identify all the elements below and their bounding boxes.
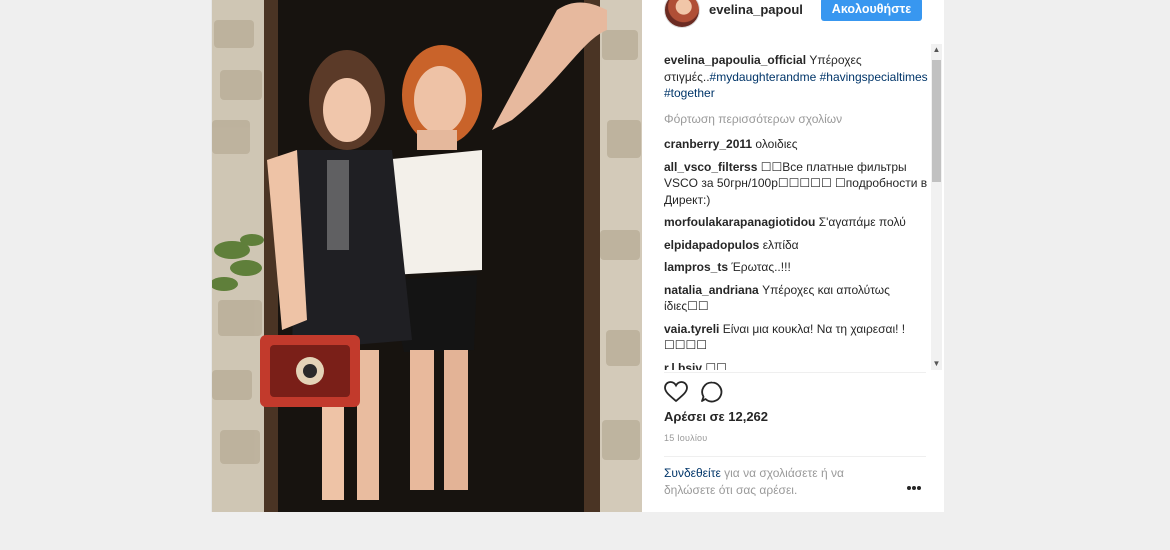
comment-item: natalia_andriana Υπέροχες και απολύτως ί… bbox=[664, 282, 930, 315]
login-link[interactable]: Συνδεθείτε bbox=[664, 466, 721, 480]
hashtag[interactable]: #mydaughterandme bbox=[710, 70, 817, 84]
comment-username[interactable]: elpidapadopulos bbox=[664, 238, 759, 252]
author-username[interactable]: evelina_papoul bbox=[709, 2, 803, 17]
scroll-up-arrow-icon[interactable]: ▲ bbox=[931, 44, 942, 56]
comment-icon[interactable] bbox=[700, 381, 724, 408]
comment-item: all_vsco_filterss ☐☐Все платные фильтры … bbox=[664, 159, 930, 209]
comment-username[interactable]: all_vsco_filterss bbox=[664, 160, 757, 174]
comment-item: vaia.tyreli Είναι μια κουκλα! Να τη χαιρ… bbox=[664, 321, 930, 354]
likes-count[interactable]: Αρέσει σε 12,262 bbox=[664, 409, 768, 424]
comment-text: Έρωτας..!!! bbox=[731, 260, 791, 274]
comment-text: ολοιδιες bbox=[755, 137, 798, 151]
follow-button[interactable]: Ακολουθήστε bbox=[821, 0, 922, 21]
post-header: evelina_papoul Ακολουθήστε bbox=[642, 0, 944, 28]
comment-item: lampros_ts Έρωτας..!!! bbox=[664, 259, 930, 276]
comment-text: ☐☐ bbox=[705, 360, 727, 371]
divider bbox=[664, 372, 926, 373]
more-options-icon[interactable] bbox=[906, 478, 922, 490]
comment-text: Σ'αγαπάμε πολύ bbox=[818, 215, 906, 229]
comment-item: morfoulakarapanagiotidou Σ'αγαπάμε πολύ bbox=[664, 214, 930, 231]
heart-icon[interactable] bbox=[664, 381, 688, 408]
comment-item: elpidapadopulos ελπίδα bbox=[664, 237, 930, 254]
hashtag[interactable]: #havingspecialtimes bbox=[820, 70, 928, 84]
comments-content: evelina_papoulia_official Υπέροχες στιγμ… bbox=[664, 52, 930, 370]
scrollbar-thumb[interactable] bbox=[932, 60, 941, 182]
photo-illustration bbox=[212, 0, 642, 512]
comments-scrollbar[interactable]: ▲ ▼ bbox=[931, 44, 942, 370]
login-prompt: Συνδεθείτε για να σχολιάσετε ή να δηλώσε… bbox=[664, 465, 894, 499]
comment-text: ελπίδα bbox=[762, 237, 799, 252]
hashtag[interactable]: #together bbox=[664, 86, 715, 100]
comment-username[interactable]: r.l.bsiv bbox=[664, 361, 702, 371]
author-avatar[interactable] bbox=[664, 0, 700, 28]
comment-item: r.l.bsiv ☐☐ bbox=[664, 360, 930, 371]
post-photo[interactable] bbox=[212, 0, 642, 512]
comment-username[interactable]: vaia.tyreli bbox=[664, 322, 719, 336]
comment-item: cranberry_2011 ολοιδιες bbox=[664, 136, 930, 153]
comment-username[interactable]: cranberry_2011 bbox=[664, 137, 752, 151]
scroll-down-arrow-icon[interactable]: ▼ bbox=[931, 358, 942, 370]
post-side-panel: evelina_papoul Ακολουθήστε evelina_papou… bbox=[642, 0, 944, 512]
post-date[interactable]: 15 Ιουλίου bbox=[664, 433, 707, 443]
comment-username[interactable]: natalia_andriana bbox=[664, 283, 759, 297]
caption-username[interactable]: evelina_papoulia_official bbox=[664, 53, 806, 67]
comment-username[interactable]: morfoulakarapanagiotidou bbox=[664, 215, 815, 229]
load-more-comments-link[interactable]: Φόρτωση περισσότερων σχολίων bbox=[664, 111, 930, 128]
divider bbox=[664, 456, 926, 457]
post-card: evelina_papoul Ακολουθήστε evelina_papou… bbox=[211, 0, 944, 512]
comment-username[interactable]: lampros_ts bbox=[664, 260, 728, 274]
caption: evelina_papoulia_official Υπέροχες στιγμ… bbox=[664, 52, 930, 102]
comments-list[interactable]: evelina_papoulia_official Υπέροχες στιγμ… bbox=[642, 44, 942, 370]
